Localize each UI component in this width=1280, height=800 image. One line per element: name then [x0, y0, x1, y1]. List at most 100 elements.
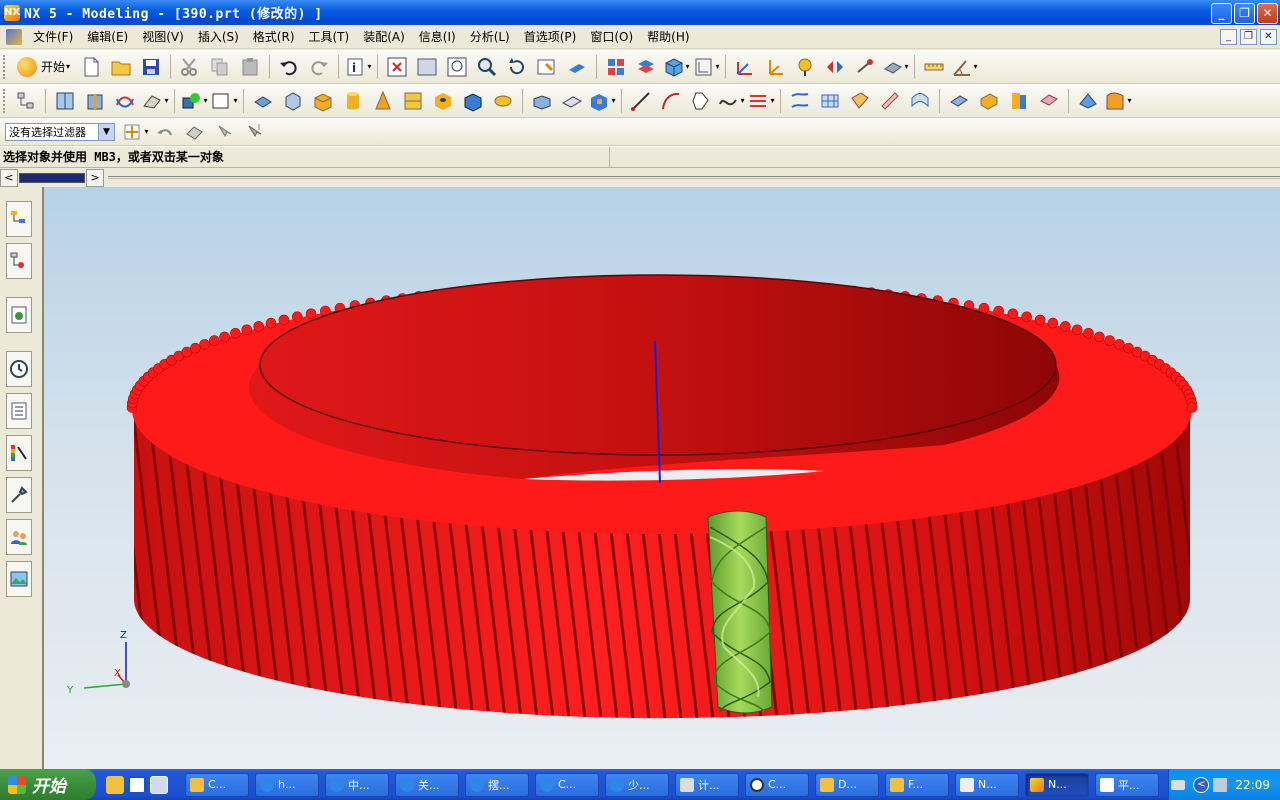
render-style-button[interactable]	[602, 53, 630, 81]
arc-button[interactable]	[657, 87, 685, 115]
document-icon[interactable]	[6, 28, 22, 45]
task-button-ie-shao[interactable]: 少...	[605, 772, 669, 797]
offset-surface-button[interactable]	[945, 87, 973, 115]
menu-edit[interactable]: 编辑(E)	[80, 26, 135, 48]
graphics-window[interactable]: Z X Y	[44, 187, 1280, 769]
snap-point-button[interactable]	[791, 53, 819, 81]
boss-button[interactable]	[459, 87, 487, 115]
toolbar-grip[interactable]	[3, 54, 7, 79]
task-button-search-c[interactable]: C...	[745, 772, 809, 797]
clock-time[interactable]: 22:09	[1235, 778, 1270, 792]
studio-surface-button[interactable]	[906, 87, 934, 115]
mesh-surface-button[interactable]	[816, 87, 844, 115]
orient-view-button[interactable]: ▾	[692, 53, 720, 81]
menu-analysis[interactable]: 分析(L)	[463, 26, 517, 48]
doc-restore-button[interactable]: ❐	[1240, 29, 1257, 45]
shell-button[interactable]	[81, 87, 109, 115]
system-scenes-tab[interactable]	[6, 561, 32, 597]
type-filter-select[interactable]: 没有选择过滤器 ▼	[5, 122, 115, 141]
face-analysis-button[interactable]	[1074, 87, 1102, 115]
palette-tab[interactable]	[6, 435, 32, 471]
menu-tools[interactable]: 工具(T)	[302, 26, 357, 48]
menu-information[interactable]: 信息(I)	[412, 26, 463, 48]
part-navigator-button[interactable]	[12, 87, 40, 115]
select-component-button[interactable]	[241, 118, 269, 146]
sew-button[interactable]	[1005, 87, 1033, 115]
groove-button[interactable]: ▾	[588, 87, 616, 115]
undo-button[interactable]	[275, 53, 303, 81]
copy-button[interactable]	[206, 53, 234, 81]
menu-window[interactable]: 窗口(O)	[583, 26, 640, 48]
menu-format[interactable]: 格式(R)	[246, 26, 302, 48]
block-button[interactable]	[309, 87, 337, 115]
revolve-button[interactable]	[279, 87, 307, 115]
save-button[interactable]	[137, 53, 165, 81]
select-feature-button[interactable]	[211, 118, 239, 146]
bounded-plane-button[interactable]	[1035, 87, 1063, 115]
extrude-button[interactable]	[249, 87, 277, 115]
information-button[interactable]: i ▾	[344, 53, 372, 81]
scroll-left-button[interactable]: <	[0, 168, 18, 187]
cylinder-button[interactable]	[339, 87, 367, 115]
cut-button[interactable]	[176, 53, 204, 81]
through-curves-button[interactable]	[786, 87, 814, 115]
zoom-button[interactable]	[443, 53, 471, 81]
open-file-button[interactable]	[107, 53, 135, 81]
doc-close-button[interactable]: ✕	[1260, 29, 1277, 45]
select-body-button[interactable]	[181, 118, 209, 146]
wcs-button[interactable]	[761, 53, 789, 81]
vector-button[interactable]	[851, 53, 879, 81]
edge-blend-button[interactable]: ▾	[141, 87, 169, 115]
doc-minimize-button[interactable]: _	[1220, 29, 1237, 45]
scroll-right-button[interactable]: >	[86, 168, 104, 187]
sphere-button[interactable]	[399, 87, 427, 115]
rectangle-button[interactable]: ▾	[210, 87, 238, 115]
quicklaunch-anchor-icon[interactable]	[128, 775, 146, 794]
task-button-ie-zhong[interactable]: 中...	[325, 772, 389, 797]
hole-button[interactable]	[429, 87, 457, 115]
maximize-button[interactable]: ❐	[1234, 3, 1255, 24]
law-curve-button[interactable]: ▾	[747, 87, 775, 115]
tray-expand-icon[interactable]: <	[1193, 776, 1210, 793]
menu-view[interactable]: 视图(V)	[135, 26, 191, 48]
menu-insert[interactable]: 插入(S)	[191, 26, 246, 48]
scroll-thumb[interactable]	[19, 172, 85, 183]
history-tab[interactable]	[6, 297, 32, 333]
spline-button[interactable]: ▾	[717, 87, 745, 115]
part-navigator-tab[interactable]	[6, 243, 32, 279]
paste-button[interactable]	[236, 53, 264, 81]
task-button-ie-bai[interactable]: 摆...	[465, 772, 529, 797]
task-button-folder-d[interactable]: D...	[815, 772, 879, 797]
redo-button[interactable]	[305, 53, 333, 81]
roles-tab[interactable]	[6, 519, 32, 555]
task-button-folder-f[interactable]: F...	[885, 772, 949, 797]
pan-button[interactable]	[533, 53, 561, 81]
menu-help[interactable]: 帮助(H)	[640, 26, 696, 48]
snap-point-options-button[interactable]: ▾	[121, 118, 149, 146]
quicklaunch-hand-icon[interactable]	[106, 775, 124, 794]
quicklaunch-ie-icon[interactable]	[150, 775, 168, 794]
shaded-view-button[interactable]: ▾	[662, 53, 690, 81]
datum-csys-button[interactable]	[731, 53, 759, 81]
deselect-all-button[interactable]	[151, 118, 179, 146]
nx-app-icon[interactable]: NX	[4, 4, 20, 21]
cone-button[interactable]	[369, 87, 397, 115]
task-button-calculator[interactable]: 计...	[675, 772, 739, 797]
menu-file[interactable]: 文件(F)	[26, 26, 80, 48]
point-constructor-button[interactable]	[821, 53, 849, 81]
measure-distance-button[interactable]	[920, 53, 948, 81]
task-button-notepad[interactable]: 平...	[1095, 772, 1159, 797]
process-studio-tab[interactable]	[6, 477, 32, 513]
toolbar-grip[interactable]	[3, 88, 7, 113]
title-bar[interactable]: NX NX 5 - Modeling - [390.prt (修改的) ] _ …	[0, 0, 1280, 25]
line-button[interactable]	[627, 87, 655, 115]
keyboard-icon[interactable]	[1171, 779, 1186, 790]
slot-button[interactable]	[558, 87, 586, 115]
task-button-n-grid[interactable]: N...	[955, 772, 1019, 797]
minimize-button[interactable]: _	[1211, 3, 1232, 24]
chevron-down-icon[interactable]: ▼	[98, 123, 114, 140]
ruled-button[interactable]	[876, 87, 904, 115]
task-button-ie-c[interactable]: C...	[535, 772, 599, 797]
swept-button[interactable]	[846, 87, 874, 115]
task-button-ie-guan[interactable]: 关...	[395, 772, 459, 797]
